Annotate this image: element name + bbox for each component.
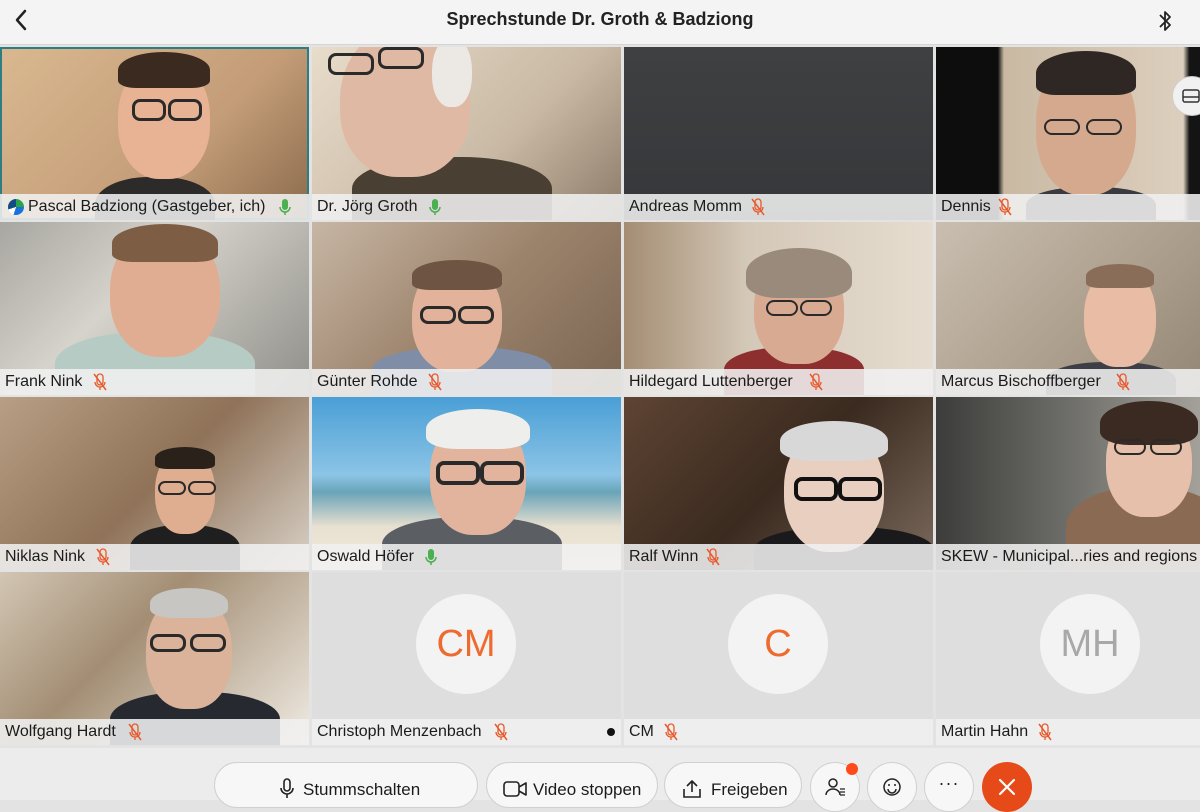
participant-tile[interactable]: Dennis — [936, 47, 1200, 220]
more-icon: ··· — [938, 773, 960, 793]
participant-tile[interactable]: Wolfgang Hardt — [0, 572, 309, 745]
reactions-button[interactable] — [867, 762, 917, 812]
participant-name: CM — [629, 723, 654, 740]
name-bar: Martin Hahn — [936, 719, 1200, 745]
name-bar: Dennis — [936, 194, 1200, 220]
participant-name: Oswald Höfer — [317, 548, 414, 565]
meeting-title: Sprechstunde Dr. Groth & Badziong — [446, 9, 754, 29]
name-bar: Günter Rohde — [312, 369, 621, 395]
participant-name: SKEW - Municipal...ries and regions — [941, 548, 1198, 565]
participant-name: Niklas Nink — [5, 548, 86, 565]
emoji-icon — [883, 778, 901, 796]
participant-name: Dr. Jörg Groth — [317, 198, 418, 215]
mic-muted-icon — [706, 548, 720, 566]
participant-tile[interactable]: Günter Rohde — [312, 222, 621, 395]
participant-name: Marcus Bischoffberger — [941, 373, 1101, 390]
participant-tile[interactable]: Dr. Jörg Groth — [312, 47, 621, 220]
participant-tile[interactable]: CM Christoph Menzenbach — [312, 572, 621, 745]
participant-tile[interactable]: Frank Nink — [0, 222, 309, 395]
share-label: Freigeben — [711, 780, 788, 799]
video-camera-icon — [503, 781, 527, 797]
participant-name: Andreas Momm — [629, 198, 742, 215]
participant-tile[interactable]: Ralf Winn — [624, 397, 933, 570]
participant-tile[interactable]: C CM — [624, 572, 933, 745]
top-bar: Sprechstunde Dr. Groth & Badziong — [0, 0, 1200, 45]
participant-tile[interactable]: Pascal Badziong (Gastgeber, ich) — [0, 47, 309, 220]
name-bar: Andreas Momm — [624, 194, 933, 220]
name-bar: Pascal Badziong (Gastgeber, ich) — [0, 194, 309, 220]
name-bar: Frank Nink — [0, 369, 309, 395]
participants-icon — [825, 778, 845, 796]
microphone-icon — [425, 549, 437, 565]
participant-tile[interactable]: SKEW - Municipal...ries and regions — [936, 397, 1200, 570]
end-call-button[interactable] — [982, 762, 1032, 812]
microphone-icon — [280, 778, 294, 798]
mic-muted-icon — [751, 198, 765, 216]
participant-tile[interactable]: Oswald Höfer — [312, 397, 621, 570]
mic-muted-icon — [998, 198, 1012, 216]
more-button[interactable]: ··· — [924, 762, 974, 812]
participant-name: Wolfgang Hardt — [5, 723, 116, 740]
participant-name: Günter Rohde — [317, 373, 418, 390]
name-bar: CM — [624, 719, 933, 745]
participant-tile[interactable]: MH Martin Hahn — [936, 572, 1200, 745]
participant-name: Hildegard Luttenberger — [629, 373, 793, 390]
avatar: MH — [1040, 594, 1140, 694]
mic-muted-icon — [1116, 373, 1130, 391]
end-call-icon — [998, 778, 1016, 796]
bluetooth-icon — [1159, 11, 1171, 31]
mic-muted-icon — [809, 373, 823, 391]
participant-name: Martin Hahn — [941, 723, 1029, 740]
participant-tile[interactable]: Marcus Bischoffberger — [936, 222, 1200, 395]
layout-icon — [1182, 89, 1200, 103]
mic-muted-icon — [93, 373, 107, 391]
mic-muted-icon — [96, 548, 110, 566]
mic-muted-icon — [1038, 723, 1052, 741]
participant-grid: Pascal Badziong (Gastgeber, ich) Dr. Jör… — [0, 47, 1200, 747]
name-bar: Wolfgang Hardt — [0, 719, 309, 745]
stop-video-button[interactable]: Video stoppen — [486, 762, 658, 808]
name-bar: Ralf Winn — [624, 544, 933, 570]
share-icon — [683, 780, 701, 798]
participant-name: Christoph Menzenbach — [317, 723, 482, 740]
mute-button[interactable]: Stummschalten — [214, 762, 478, 808]
microphone-icon — [279, 199, 291, 215]
share-button[interactable]: Freigeben — [664, 762, 802, 808]
name-bar: Oswald Höfer — [312, 544, 621, 570]
name-bar: Marcus Bischoffberger — [936, 369, 1200, 395]
name-bar: Dr. Jörg Groth — [312, 194, 621, 220]
status-dot — [607, 728, 615, 736]
stop-video-label: Video stoppen — [533, 780, 642, 799]
participant-tile[interactable]: Hildegard Luttenberger — [624, 222, 933, 395]
participant-name: Frank Nink — [5, 373, 83, 390]
mic-muted-icon — [664, 723, 678, 741]
participant-name: Pascal Badziong (Gastgeber, ich) — [28, 198, 266, 215]
name-bar: Christoph Menzenbach — [312, 719, 621, 745]
participant-name: Dennis — [941, 198, 991, 215]
mic-muted-icon — [428, 373, 442, 391]
mute-label: Stummschalten — [303, 780, 421, 799]
participant-tile[interactable]: Andreas Momm — [624, 47, 933, 220]
name-bar: Hildegard Luttenberger — [624, 369, 933, 395]
presence-icon — [8, 199, 24, 215]
avatar: CM — [416, 594, 516, 694]
microphone-icon — [429, 199, 441, 215]
name-bar: SKEW - Municipal...ries and regions — [936, 544, 1200, 570]
name-bar: Niklas Nink — [0, 544, 309, 570]
notification-badge — [846, 763, 858, 775]
participant-tile[interactable]: Niklas Nink — [0, 397, 309, 570]
avatar: C — [728, 594, 828, 694]
mic-muted-icon — [128, 723, 142, 741]
mic-muted-icon — [494, 723, 508, 741]
participant-name: Ralf Winn — [629, 548, 699, 565]
